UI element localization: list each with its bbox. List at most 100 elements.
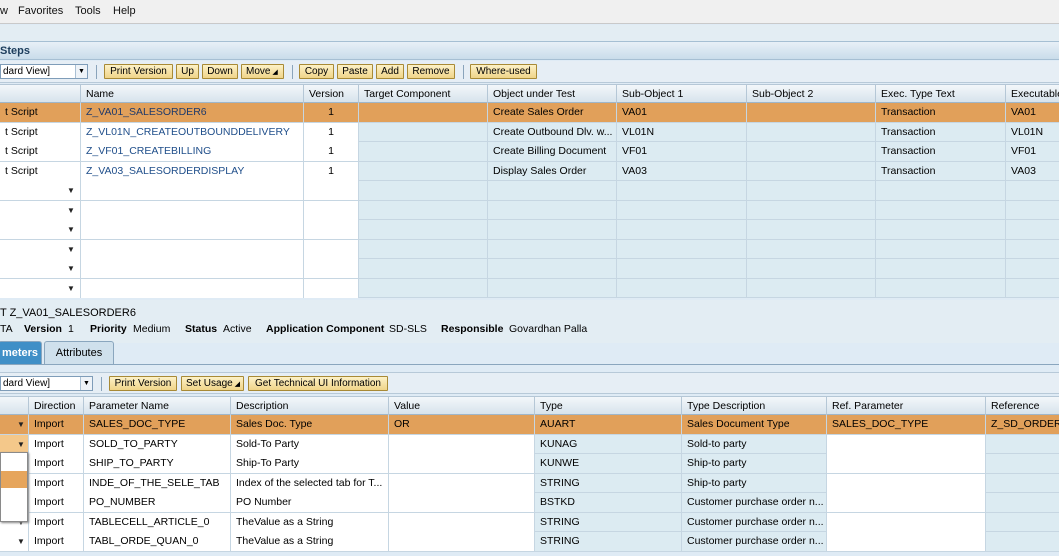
- cell-name[interactable]: [81, 278, 304, 298]
- col-description[interactable]: Description: [231, 397, 389, 415]
- col-type[interactable]: Type: [535, 397, 682, 415]
- cell-name: INDE_OF_THE_SELE_TAB: [84, 473, 231, 493]
- chevron-down-icon[interactable]: ▼: [17, 537, 25, 546]
- col-name[interactable]: Name: [81, 85, 304, 103]
- add-button[interactable]: Add: [376, 64, 404, 79]
- paste-button[interactable]: Paste: [337, 64, 373, 79]
- cell-name[interactable]: [81, 181, 304, 200]
- get-technical-ui-info-button[interactable]: Get Technical UI Information: [248, 376, 388, 391]
- params-print-version-button[interactable]: Print Version: [109, 376, 177, 391]
- cell-name[interactable]: Z_VA01_SALESORDER6: [81, 103, 304, 122]
- chevron-down-icon[interactable]: ▼: [67, 225, 75, 234]
- menu-item-help[interactable]: Help: [113, 5, 136, 17]
- col-executable[interactable]: Executable: [1006, 85, 1059, 103]
- table-row[interactable]: t Script Z_VF01_CREATEBILLING 1 Create Bill…: [0, 142, 1059, 162]
- cell-exec: [876, 181, 1006, 200]
- menu-item-tools[interactable]: Tools: [75, 5, 101, 17]
- chevron-down-icon[interactable]: ▼: [67, 186, 75, 195]
- col-parameter-name[interactable]: Parameter Name: [84, 397, 231, 415]
- chevron-down-icon[interactable]: ▼: [17, 440, 25, 449]
- table-row[interactable]: t Script Z_VA03_SALESORDERDISPLAY 1 Display…: [0, 161, 1059, 181]
- table-row[interactable]: ▼: [0, 259, 1059, 279]
- table-row[interactable]: Import SALES_DOC_TYPE Sales Doc. Type OR AUA…: [0, 415, 1059, 435]
- print-version-button[interactable]: Print Version: [104, 64, 173, 79]
- cell-name[interactable]: [81, 220, 304, 239]
- tab-parameters[interactable]: meters: [0, 341, 42, 364]
- menu-item-favorites[interactable]: Favorites: [18, 5, 63, 17]
- menu-item-view[interactable]: w: [0, 5, 8, 17]
- table-row[interactable]: Import SOLD_TO_PARTY Sold-To Party KUNAG Sol…: [0, 434, 1059, 454]
- cell-value[interactable]: [389, 454, 535, 473]
- table-row[interactable]: ▼: [0, 181, 1059, 201]
- col-type-description[interactable]: Type Description: [682, 397, 827, 415]
- cell-name[interactable]: Z_VF01_CREATEBILLING: [81, 142, 304, 161]
- cell-name[interactable]: [81, 200, 304, 220]
- table-row[interactable]: t Script Z_VL01N_CREATEOUTBOUNDDELIVERY 1 C…: [0, 122, 1059, 142]
- cell-type: t Script: [0, 103, 81, 122]
- table-row[interactable]: t Script Z_VA01_SALESORDER6 1 Create Sales …: [0, 103, 1059, 123]
- copy-button[interactable]: Copy: [299, 64, 334, 79]
- table-row[interactable]: ▼: [0, 200, 1059, 220]
- cell-name[interactable]: [81, 239, 304, 259]
- dropdown-popup[interactable]: [0, 452, 28, 522]
- cell-name[interactable]: Z_VL01N_CREATEOUTBOUNDDELIVERY: [81, 122, 304, 142]
- cell-value[interactable]: OR: [389, 415, 535, 434]
- table-row[interactable]: ▼: [0, 220, 1059, 240]
- down-button[interactable]: Down: [202, 64, 238, 79]
- tab-attributes[interactable]: Attributes: [44, 341, 114, 364]
- where-used-button[interactable]: Where-used: [470, 64, 537, 79]
- chevron-down-icon[interactable]: ▼: [67, 206, 75, 215]
- col-type[interactable]: [0, 85, 81, 103]
- cell-value[interactable]: [389, 532, 535, 551]
- table-row[interactable]: Import TABL_ORDE_QUAN_0 TheValue as a Stri…: [0, 532, 1059, 552]
- cell-value[interactable]: [389, 493, 535, 512]
- dropdown-highlight[interactable]: [1, 471, 27, 488]
- table-row[interactable]: ▼: [0, 239, 1059, 259]
- cell-object: Create Billing Document: [488, 142, 617, 161]
- set-usage-button[interactable]: Set Usage ◢: [181, 376, 244, 391]
- steps-layout-select[interactable]: dard View] ▼: [0, 64, 88, 79]
- col-select[interactable]: [0, 397, 29, 415]
- cell-value[interactable]: [389, 473, 535, 493]
- col-object-under-test[interactable]: Object under Test: [488, 85, 617, 103]
- col-target-component[interactable]: Target Component: [359, 85, 488, 103]
- cell-name[interactable]: Z_VA03_SALESORDERDISPLAY: [81, 161, 304, 181]
- cell-value[interactable]: [389, 434, 535, 454]
- params-layout-select[interactable]: dard View] ▼: [0, 376, 93, 391]
- col-direction[interactable]: Direction: [29, 397, 84, 415]
- cell-ref: SALES_DOC_TYPE: [827, 415, 986, 434]
- cell-version: 1: [304, 142, 359, 161]
- chevron-down-icon[interactable]: ▼: [67, 264, 75, 273]
- chevron-down-icon[interactable]: ▼: [67, 284, 75, 293]
- table-row[interactable]: Import INDE_OF_THE_SELE_TAB Index of the s…: [0, 473, 1059, 493]
- chevron-down-icon[interactable]: ▼: [17, 420, 25, 429]
- cell-object: [488, 181, 617, 200]
- cell-direction: Import: [29, 434, 84, 454]
- col-reference[interactable]: Reference: [986, 397, 1059, 415]
- cell-name[interactable]: [81, 259, 304, 278]
- params-toolbar: dard View] ▼ Print Version Set Usage ◢ Ge…: [0, 372, 1059, 394]
- col-sub-object-2[interactable]: Sub-Object 2: [747, 85, 876, 103]
- cell-sub1: VA01: [617, 103, 747, 122]
- cell-reference: [986, 532, 1059, 551]
- col-ref-parameter[interactable]: Ref. Parameter: [827, 397, 986, 415]
- table-row[interactable]: Import PO_NUMBER PO Number BSTKD Customer pu…: [0, 493, 1059, 513]
- cell-value[interactable]: [389, 512, 535, 532]
- cell-reference: [986, 474, 1059, 493]
- cell-ref: [827, 454, 986, 473]
- up-button[interactable]: Up: [176, 64, 199, 79]
- table-row[interactable]: ▼: [0, 278, 1059, 298]
- col-version[interactable]: Version: [304, 85, 359, 103]
- cell-type: STRING: [535, 512, 682, 532]
- dropdown-triangle-icon: ◢: [270, 69, 278, 76]
- col-exec-type-text[interactable]: Exec. Type Text: [876, 85, 1006, 103]
- table-row[interactable]: Import SHIP_TO_PARTY Ship-To Party KUNWE Shi…: [0, 454, 1059, 474]
- col-sub-object-1[interactable]: Sub-Object 1: [617, 85, 747, 103]
- remove-button[interactable]: Remove: [407, 64, 455, 79]
- chevron-down-icon[interactable]: ▼: [67, 245, 75, 254]
- cell-exec: Transaction: [876, 103, 1006, 122]
- cell-target: [359, 278, 488, 298]
- move-button[interactable]: Move ◢: [241, 64, 284, 79]
- table-row[interactable]: Import TABLECELL_ARTICLE_0 TheValue as a S…: [0, 512, 1059, 532]
- col-value[interactable]: Value: [389, 397, 535, 415]
